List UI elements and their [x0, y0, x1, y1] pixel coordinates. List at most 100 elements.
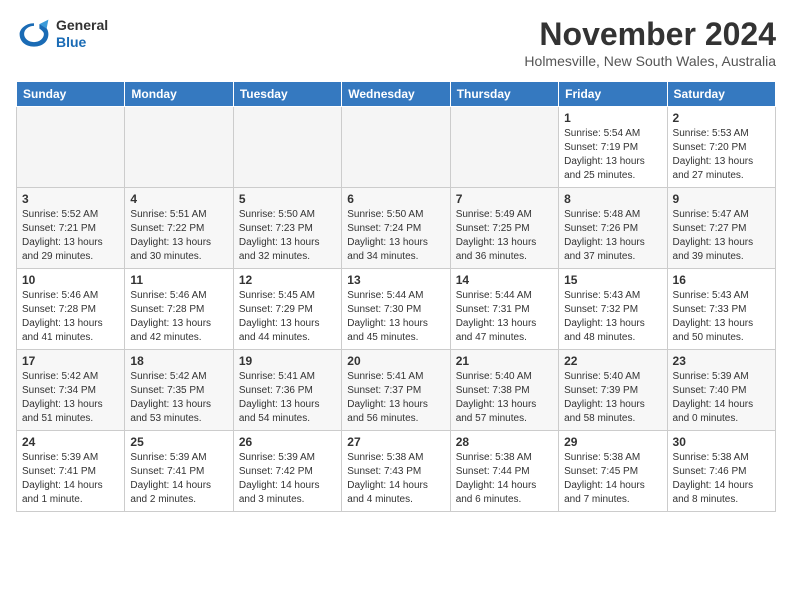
- calendar-cell: 28Sunrise: 5:38 AM Sunset: 7:44 PM Dayli…: [450, 431, 558, 512]
- day-number: 16: [673, 273, 770, 287]
- calendar-cell: 21Sunrise: 5:40 AM Sunset: 7:38 PM Dayli…: [450, 350, 558, 431]
- day-number: 30: [673, 435, 770, 449]
- calendar-cell: 15 Sunrise: 5:43 AM Sunset: 7:32 PM Dayli…: [559, 269, 667, 350]
- day-number: 23: [673, 354, 770, 368]
- day-info: Sunrise: 5:41 AM Sunset: 7:37 PM Dayligh…: [347, 370, 444, 426]
- calendar-header-tuesday: Tuesday: [233, 82, 341, 107]
- day-info: Sunrise: 5:39 AM Sunset: 7:42 PM Dayligh…: [239, 451, 336, 507]
- calendar-week-row: 17 Sunrise: 5:42 AM Sunset: 7:34 PM Dayli…: [17, 350, 776, 431]
- day-number: 6: [347, 192, 444, 206]
- day-number: 20: [347, 354, 444, 368]
- day-number: 14: [456, 273, 553, 287]
- calendar-cell: 29 Sunrise: 5:38 AM Sunset: 7:45 PM Dayli…: [559, 431, 667, 512]
- day-info: Sunrise: 5:38 AM Sunset: 7:46 PM Dayligh…: [673, 451, 770, 507]
- day-number: 7: [456, 192, 553, 206]
- day-number: 24: [22, 435, 119, 449]
- page-header: General Blue November 2024 Holmesville, …: [16, 16, 776, 69]
- calendar-cell: 26 Sunrise: 5:39 AM Sunset: 7:42 PM Dayli…: [233, 431, 341, 512]
- day-number: 22: [564, 354, 661, 368]
- day-info: Sunrise: 5:38 AM Sunset: 7:45 PM Dayligh…: [564, 451, 661, 507]
- calendar-week-row: 10 Sunrise: 5:46 AM Sunset: 7:28 PM Dayli…: [17, 269, 776, 350]
- calendar-cell: 10 Sunrise: 5:46 AM Sunset: 7:28 PM Dayli…: [17, 269, 125, 350]
- day-number: 10: [22, 273, 119, 287]
- calendar-week-row: 24 Sunrise: 5:39 AM Sunset: 7:41 PM Dayli…: [17, 431, 776, 512]
- calendar-cell: 2 Sunrise: 5:53 AM Sunset: 7:20 PM Daylig…: [667, 107, 775, 188]
- calendar-cell: 22Sunrise: 5:40 AM Sunset: 7:39 PM Dayli…: [559, 350, 667, 431]
- day-info: Sunrise: 5:54 AM Sunset: 7:19 PM Dayligh…: [564, 127, 661, 183]
- title-block: November 2024 Holmesville, New South Wal…: [524, 16, 776, 69]
- calendar-header-row: SundayMondayTuesdayWednesdayThursdayFrid…: [17, 82, 776, 107]
- calendar-cell: 13 Sunrise: 5:44 AM Sunset: 7:30 PM Dayli…: [342, 269, 450, 350]
- day-info: Sunrise: 5:39 AM Sunset: 7:40 PM Dayligh…: [673, 370, 770, 426]
- calendar-header-friday: Friday: [559, 82, 667, 107]
- day-number: 15: [564, 273, 661, 287]
- location-text: Holmesville, New South Wales, Australia: [524, 53, 776, 69]
- logo: General Blue: [16, 16, 108, 52]
- calendar-cell: 16Sunrise: 5:43 AM Sunset: 7:33 PM Dayli…: [667, 269, 775, 350]
- day-number: 18: [130, 354, 227, 368]
- day-number: 13: [347, 273, 444, 287]
- day-info: Sunrise: 5:43 AM Sunset: 7:32 PM Dayligh…: [564, 289, 661, 345]
- day-info: Sunrise: 5:52 AM Sunset: 7:21 PM Dayligh…: [22, 208, 119, 264]
- day-number: 26: [239, 435, 336, 449]
- day-info: Sunrise: 5:42 AM Sunset: 7:34 PM Dayligh…: [22, 370, 119, 426]
- day-info: Sunrise: 5:47 AM Sunset: 7:27 PM Dayligh…: [673, 208, 770, 264]
- month-title: November 2024: [524, 16, 776, 53]
- day-info: Sunrise: 5:53 AM Sunset: 7:20 PM Dayligh…: [673, 127, 770, 183]
- day-number: 28: [456, 435, 553, 449]
- day-number: 1: [564, 111, 661, 125]
- calendar-cell: 18 Sunrise: 5:42 AM Sunset: 7:35 PM Dayli…: [125, 350, 233, 431]
- calendar-cell: 19 Sunrise: 5:41 AM Sunset: 7:36 PM Dayli…: [233, 350, 341, 431]
- day-number: 25: [130, 435, 227, 449]
- day-info: Sunrise: 5:38 AM Sunset: 7:43 PM Dayligh…: [347, 451, 444, 507]
- calendar-header-monday: Monday: [125, 82, 233, 107]
- day-info: Sunrise: 5:46 AM Sunset: 7:28 PM Dayligh…: [130, 289, 227, 345]
- day-info: Sunrise: 5:48 AM Sunset: 7:26 PM Dayligh…: [564, 208, 661, 264]
- calendar-cell: [450, 107, 558, 188]
- calendar-cell: 20 Sunrise: 5:41 AM Sunset: 7:37 PM Dayli…: [342, 350, 450, 431]
- day-number: 11: [130, 273, 227, 287]
- day-number: 19: [239, 354, 336, 368]
- calendar-cell: [342, 107, 450, 188]
- day-number: 29: [564, 435, 661, 449]
- day-number: 2: [673, 111, 770, 125]
- calendar-week-row: 3 Sunrise: 5:52 AM Sunset: 7:21 PM Daylig…: [17, 188, 776, 269]
- day-info: Sunrise: 5:39 AM Sunset: 7:41 PM Dayligh…: [22, 451, 119, 507]
- calendar-cell: [125, 107, 233, 188]
- calendar-cell: 8 Sunrise: 5:48 AM Sunset: 7:26 PM Daylig…: [559, 188, 667, 269]
- day-info: Sunrise: 5:39 AM Sunset: 7:41 PM Dayligh…: [130, 451, 227, 507]
- calendar-cell: 23 Sunrise: 5:39 AM Sunset: 7:40 PM Dayli…: [667, 350, 775, 431]
- calendar-cell: 7 Sunrise: 5:49 AM Sunset: 7:25 PM Daylig…: [450, 188, 558, 269]
- day-number: 27: [347, 435, 444, 449]
- day-number: 17: [22, 354, 119, 368]
- calendar-cell: 12Sunrise: 5:45 AM Sunset: 7:29 PM Dayli…: [233, 269, 341, 350]
- calendar-cell: 11 Sunrise: 5:46 AM Sunset: 7:28 PM Dayli…: [125, 269, 233, 350]
- calendar-cell: 14Sunrise: 5:44 AM Sunset: 7:31 PM Dayli…: [450, 269, 558, 350]
- calendar-cell: 6Sunrise: 5:50 AM Sunset: 7:24 PM Daylig…: [342, 188, 450, 269]
- day-info: Sunrise: 5:50 AM Sunset: 7:23 PM Dayligh…: [239, 208, 336, 264]
- calendar-cell: [17, 107, 125, 188]
- day-info: Sunrise: 5:46 AM Sunset: 7:28 PM Dayligh…: [22, 289, 119, 345]
- calendar-week-row: 1 Sunrise: 5:54 AM Sunset: 7:19 PM Daylig…: [17, 107, 776, 188]
- calendar-header-saturday: Saturday: [667, 82, 775, 107]
- day-info: Sunrise: 5:49 AM Sunset: 7:25 PM Dayligh…: [456, 208, 553, 264]
- calendar-cell: 5Sunrise: 5:50 AM Sunset: 7:23 PM Daylig…: [233, 188, 341, 269]
- day-info: Sunrise: 5:42 AM Sunset: 7:35 PM Dayligh…: [130, 370, 227, 426]
- logo-blue-text: Blue: [56, 34, 108, 51]
- day-number: 3: [22, 192, 119, 206]
- calendar-cell: 9Sunrise: 5:47 AM Sunset: 7:27 PM Daylig…: [667, 188, 775, 269]
- calendar-cell: 30 Sunrise: 5:38 AM Sunset: 7:46 PM Dayli…: [667, 431, 775, 512]
- calendar-cell: 4Sunrise: 5:51 AM Sunset: 7:22 PM Daylig…: [125, 188, 233, 269]
- day-info: Sunrise: 5:41 AM Sunset: 7:36 PM Dayligh…: [239, 370, 336, 426]
- calendar-cell: 25 Sunrise: 5:39 AM Sunset: 7:41 PM Dayli…: [125, 431, 233, 512]
- day-info: Sunrise: 5:40 AM Sunset: 7:38 PM Dayligh…: [456, 370, 553, 426]
- calendar-header-sunday: Sunday: [17, 82, 125, 107]
- day-info: Sunrise: 5:51 AM Sunset: 7:22 PM Dayligh…: [130, 208, 227, 264]
- day-number: 8: [564, 192, 661, 206]
- calendar-cell: 1 Sunrise: 5:54 AM Sunset: 7:19 PM Daylig…: [559, 107, 667, 188]
- calendar-cell: 27 Sunrise: 5:38 AM Sunset: 7:43 PM Dayli…: [342, 431, 450, 512]
- calendar-cell: 3 Sunrise: 5:52 AM Sunset: 7:21 PM Daylig…: [17, 188, 125, 269]
- day-info: Sunrise: 5:44 AM Sunset: 7:30 PM Dayligh…: [347, 289, 444, 345]
- calendar-cell: 24 Sunrise: 5:39 AM Sunset: 7:41 PM Dayli…: [17, 431, 125, 512]
- calendar-table: SundayMondayTuesdayWednesdayThursdayFrid…: [16, 81, 776, 512]
